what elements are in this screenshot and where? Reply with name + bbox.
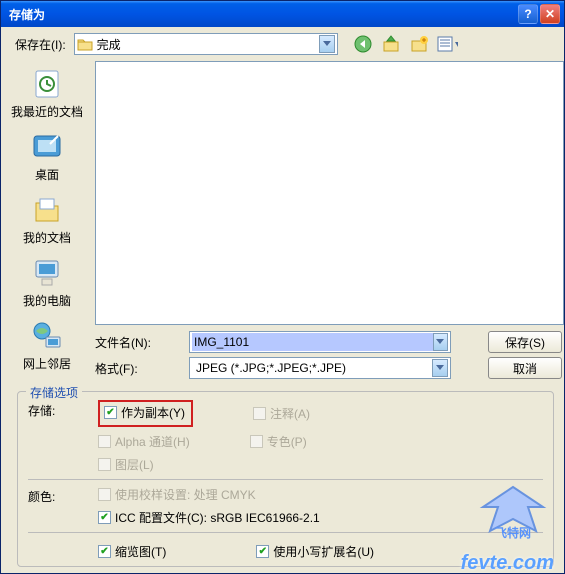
save-options-title: 存储选项: [26, 384, 82, 401]
save-in-dropdown[interactable]: 完成: [74, 33, 338, 55]
checkbox-icon: ✔: [104, 406, 117, 419]
file-list[interactable]: [95, 61, 564, 325]
save-options-group: 存储选项 存储: ✔ 作为副本(Y) 注释(A): [17, 391, 554, 567]
chevron-down-icon[interactable]: [432, 359, 448, 377]
filename-label: 文件名(N):: [95, 334, 181, 351]
network-icon: [30, 319, 64, 353]
filename-dropdown[interactable]: [189, 331, 451, 353]
desktop-icon: [30, 130, 64, 164]
place-desktop-label: 桌面: [35, 166, 59, 183]
new-folder-icon[interactable]: [408, 33, 430, 55]
icc-profile-checkbox[interactable]: ✔ ICC 配置文件(C): sRGB IEC61966-2.1: [98, 509, 543, 526]
save-button[interactable]: 保存(S): [488, 331, 562, 353]
checkbox-icon: [98, 488, 111, 501]
toolbar: 保存在(I): 完成: [1, 27, 564, 61]
checkbox-icon: ✔: [98, 545, 111, 558]
filename-input[interactable]: [192, 333, 433, 351]
close-button[interactable]: ✕: [540, 4, 560, 24]
chevron-down-icon[interactable]: [319, 35, 335, 53]
as-copy-checkbox[interactable]: ✔ 作为副本(Y): [104, 404, 185, 421]
place-network-label: 网上邻居: [23, 355, 71, 372]
cancel-button[interactable]: 取消: [488, 357, 562, 379]
place-computer[interactable]: 我的电脑: [11, 256, 83, 309]
color-section-label: 颜色:: [28, 486, 88, 526]
place-recent[interactable]: 我最近的文档: [11, 67, 83, 120]
checkbox-icon: [250, 435, 263, 448]
mydocs-icon: [30, 193, 64, 227]
place-mydocs-label: 我的文档: [23, 229, 71, 246]
checkbox-icon: [98, 435, 111, 448]
back-icon[interactable]: [352, 33, 374, 55]
format-label: 格式(F):: [95, 360, 181, 377]
folder-icon: [77, 37, 93, 51]
checkbox-icon: ✔: [98, 511, 111, 524]
checkbox-icon: [98, 458, 111, 471]
storage-section-label: 存储:: [28, 400, 88, 473]
titlebar: 存储为 ? ✕: [1, 1, 564, 27]
checkbox-icon: [253, 407, 266, 420]
place-network[interactable]: 网上邻居: [11, 319, 83, 372]
views-icon[interactable]: [436, 33, 458, 55]
help-button[interactable]: ?: [518, 4, 538, 24]
layers-checkbox: 图层(L): [98, 456, 154, 473]
proof-checkbox: 使用校样设置: 处理 CMYK: [98, 486, 543, 503]
alpha-checkbox: Alpha 通道(H): [98, 433, 190, 450]
annotations-checkbox: 注释(A): [253, 400, 310, 427]
computer-icon: [30, 256, 64, 290]
window-title: 存储为: [5, 6, 518, 23]
format-value: JPEG (*.JPG;*.JPEG;*.JPE): [192, 361, 432, 375]
chevron-down-icon[interactable]: [433, 333, 448, 351]
checkbox-icon: ✔: [256, 545, 269, 558]
recent-icon: [30, 67, 64, 101]
places-bar: 我最近的文档 桌面 我的文档 我的电脑 网上邻居: [1, 61, 93, 379]
place-recent-label: 我最近的文档: [11, 103, 83, 120]
place-computer-label: 我的电脑: [23, 292, 71, 309]
spot-checkbox: 专色(P): [250, 433, 307, 450]
place-mydocs[interactable]: 我的文档: [11, 193, 83, 246]
lowercase-ext-checkbox[interactable]: ✔ 使用小写扩展名(U): [256, 543, 374, 560]
up-icon[interactable]: [380, 33, 402, 55]
watermark-url: fevte.com: [461, 552, 554, 574]
place-desktop[interactable]: 桌面: [11, 130, 83, 183]
save-in-value: 完成: [97, 36, 319, 53]
highlight-box: ✔ 作为副本(Y): [98, 400, 193, 427]
save-in-label: 保存在(I):: [15, 36, 66, 53]
thumbnail-checkbox[interactable]: ✔ 缩览图(T): [98, 543, 166, 560]
format-dropdown[interactable]: JPEG (*.JPG;*.JPEG;*.JPE): [189, 357, 451, 379]
